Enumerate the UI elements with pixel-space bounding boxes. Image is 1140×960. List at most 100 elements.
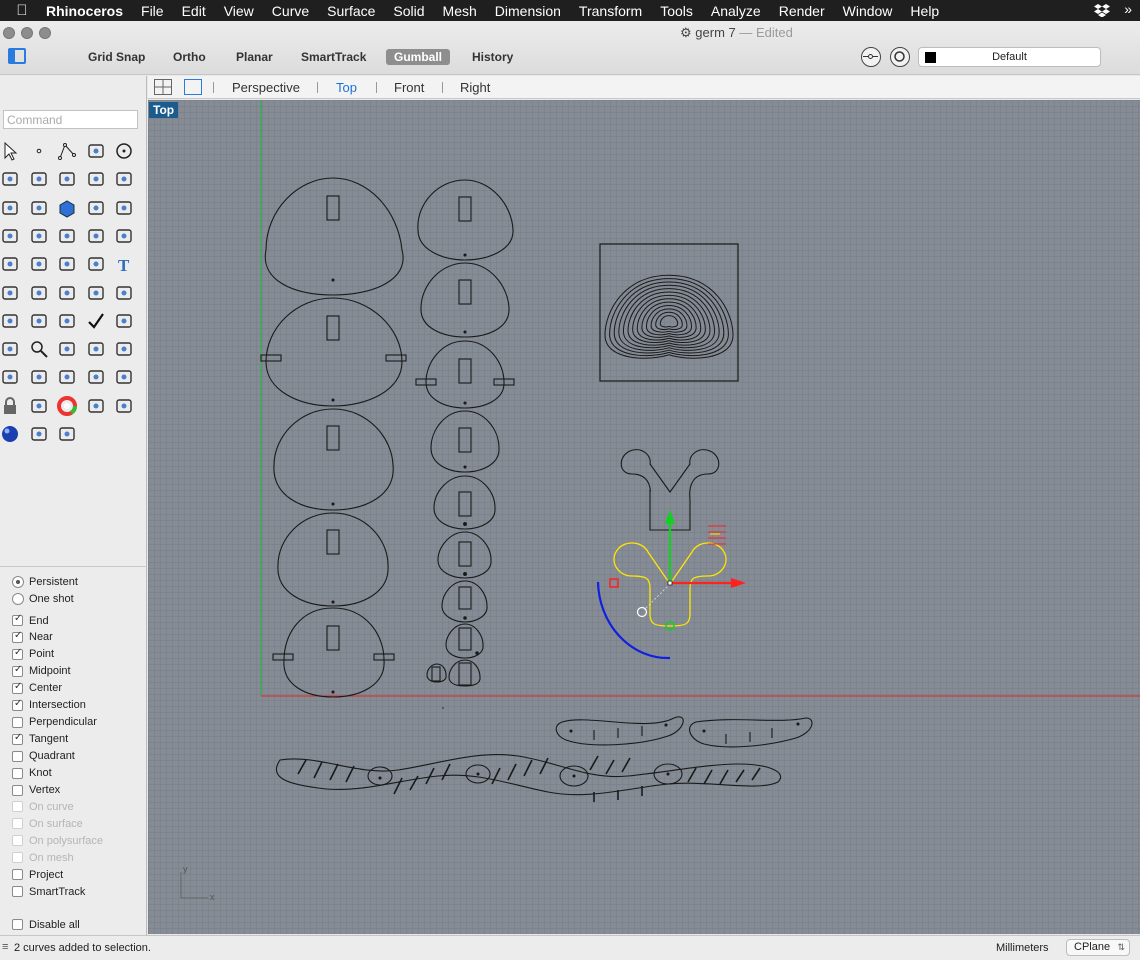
- menu-render[interactable]: Render: [770, 3, 834, 19]
- dropbox-icon[interactable]: [1094, 3, 1110, 20]
- checkbox[interactable]: [12, 784, 23, 796]
- color-wheel-icon[interactable]: [56, 395, 78, 417]
- sphere-mode-icon[interactable]: [85, 395, 107, 417]
- rib-part[interactable]: [445, 623, 484, 659]
- explode-icon[interactable]: [28, 225, 50, 247]
- rib-part[interactable]: [273, 408, 394, 511]
- toggle-grid-snap[interactable]: Grid Snap: [80, 49, 153, 65]
- four-viewport-layout-icon[interactable]: [154, 79, 172, 95]
- menu-app-name[interactable]: Rhinoceros: [44, 3, 132, 19]
- mirror-icon[interactable]: [56, 282, 78, 304]
- status-menu-icon[interactable]: ≡: [2, 941, 8, 953]
- zoom-window-icon[interactable]: [56, 338, 78, 360]
- osnap-point[interactable]: Point: [12, 646, 54, 663]
- rib-part[interactable]: [417, 179, 514, 261]
- menu-edit[interactable]: Edit: [173, 3, 215, 19]
- rib-part[interactable]: [441, 580, 488, 623]
- menu-view[interactable]: View: [215, 3, 263, 19]
- minimize-window-button[interactable]: [21, 27, 33, 39]
- gumball-widget[interactable]: [596, 510, 746, 660]
- gumball-drag-handle[interactable]: [636, 606, 648, 618]
- osnap-center[interactable]: Center: [12, 680, 62, 697]
- fillet-icon[interactable]: [113, 168, 135, 190]
- command-input[interactable]: [3, 110, 138, 129]
- checkbox[interactable]: [12, 698, 23, 711]
- rib-part[interactable]: [437, 531, 492, 579]
- tab-right[interactable]: Right: [460, 80, 490, 95]
- osnap-near[interactable]: Near: [12, 629, 53, 646]
- menu-solid[interactable]: Solid: [384, 3, 433, 19]
- trim-icon[interactable]: [113, 225, 135, 247]
- rib-part[interactable]: [430, 410, 500, 473]
- tab-front[interactable]: Front: [394, 80, 424, 95]
- toggle-smarttrack[interactable]: SmartTrack: [293, 49, 374, 65]
- spine-part[interactable]: [555, 716, 684, 746]
- toggle-ortho[interactable]: Ortho: [165, 49, 214, 65]
- checkbox[interactable]: [12, 613, 23, 626]
- render-icon[interactable]: [113, 310, 135, 332]
- menu-curve[interactable]: Curve: [263, 3, 318, 19]
- units-label[interactable]: Millimeters: [996, 942, 1049, 954]
- zoom-icon[interactable]: [28, 338, 50, 360]
- zoom-selected-icon[interactable]: [113, 338, 135, 360]
- arc-icon[interactable]: [28, 168, 50, 190]
- menu-transform[interactable]: Transform: [570, 3, 651, 19]
- analyze-icon[interactable]: [0, 338, 21, 360]
- rib-part[interactable]: [260, 297, 407, 407]
- osnap-mode-persistent[interactable]: Persistent: [12, 573, 78, 590]
- spine-part[interactable]: [689, 717, 813, 748]
- tab-top[interactable]: Top: [336, 80, 357, 95]
- group-icon[interactable]: [28, 253, 50, 275]
- checkbox[interactable]: [12, 767, 23, 779]
- render-sphere-icon[interactable]: [0, 423, 21, 445]
- menu-mesh[interactable]: Mesh: [434, 3, 486, 19]
- viewport-label[interactable]: Top: [149, 102, 179, 118]
- spine-part[interactable]: [275, 753, 781, 796]
- menu-analyze[interactable]: Analyze: [702, 3, 770, 19]
- checkbox[interactable]: [12, 886, 23, 898]
- rotate-icon[interactable]: [56, 253, 78, 275]
- zoom-window-button[interactable]: [39, 27, 51, 39]
- cylinder-icon[interactable]: [113, 197, 135, 219]
- osnap-project[interactable]: Project: [12, 866, 63, 883]
- checkbox[interactable]: [12, 869, 23, 881]
- contour-plate[interactable]: [599, 243, 739, 382]
- array-icon[interactable]: [28, 282, 50, 304]
- checkbox[interactable]: [12, 664, 23, 677]
- sidebar-toggle-icon[interactable]: [8, 48, 26, 64]
- single-viewport-layout-icon[interactable]: [184, 79, 202, 95]
- polygon-icon[interactable]: [85, 168, 107, 190]
- material-icon[interactable]: [28, 395, 50, 417]
- cone-icon[interactable]: [28, 423, 50, 445]
- plane-icon[interactable]: [0, 225, 21, 247]
- dimension-icon[interactable]: [113, 282, 135, 304]
- extrude-icon[interactable]: [28, 197, 50, 219]
- curve-icon[interactable]: [85, 140, 107, 162]
- osnap-end[interactable]: End: [12, 612, 49, 629]
- select-icon[interactable]: [0, 140, 21, 162]
- zoom-extents-icon[interactable]: [85, 338, 107, 360]
- top-viewport[interactable]: y x Top: [148, 100, 1140, 934]
- rotate-view-icon[interactable]: [0, 366, 21, 388]
- globe-icon[interactable]: [113, 395, 135, 417]
- gumball-rotate-arc[interactable]: [596, 581, 671, 660]
- osnap-mode-one-shot[interactable]: One shot: [12, 590, 74, 607]
- toggle-history[interactable]: History: [464, 49, 521, 65]
- grid-icon[interactable]: [0, 310, 21, 332]
- cplane-selector[interactable]: CPlane ⇅: [1066, 939, 1130, 956]
- checkbox[interactable]: [12, 750, 23, 762]
- osnap-vertex[interactable]: Vertex: [12, 782, 60, 799]
- menu-file[interactable]: File: [132, 3, 173, 19]
- check-icon[interactable]: [85, 310, 107, 332]
- rib-part[interactable]: [415, 340, 515, 409]
- checkbox[interactable]: [12, 732, 23, 745]
- script-icon[interactable]: [56, 423, 78, 445]
- polyline-icon[interactable]: [56, 140, 78, 162]
- osnap-tangent[interactable]: Tangent: [12, 731, 68, 748]
- toggle-planar[interactable]: Planar: [228, 49, 281, 65]
- toggle-gumball[interactable]: Gumball: [386, 49, 451, 65]
- rib-part[interactable]: [448, 659, 481, 687]
- checkbox[interactable]: [12, 716, 23, 728]
- solid-edit-icon[interactable]: [85, 282, 107, 304]
- apple-menu-icon[interactable]: : [0, 2, 44, 19]
